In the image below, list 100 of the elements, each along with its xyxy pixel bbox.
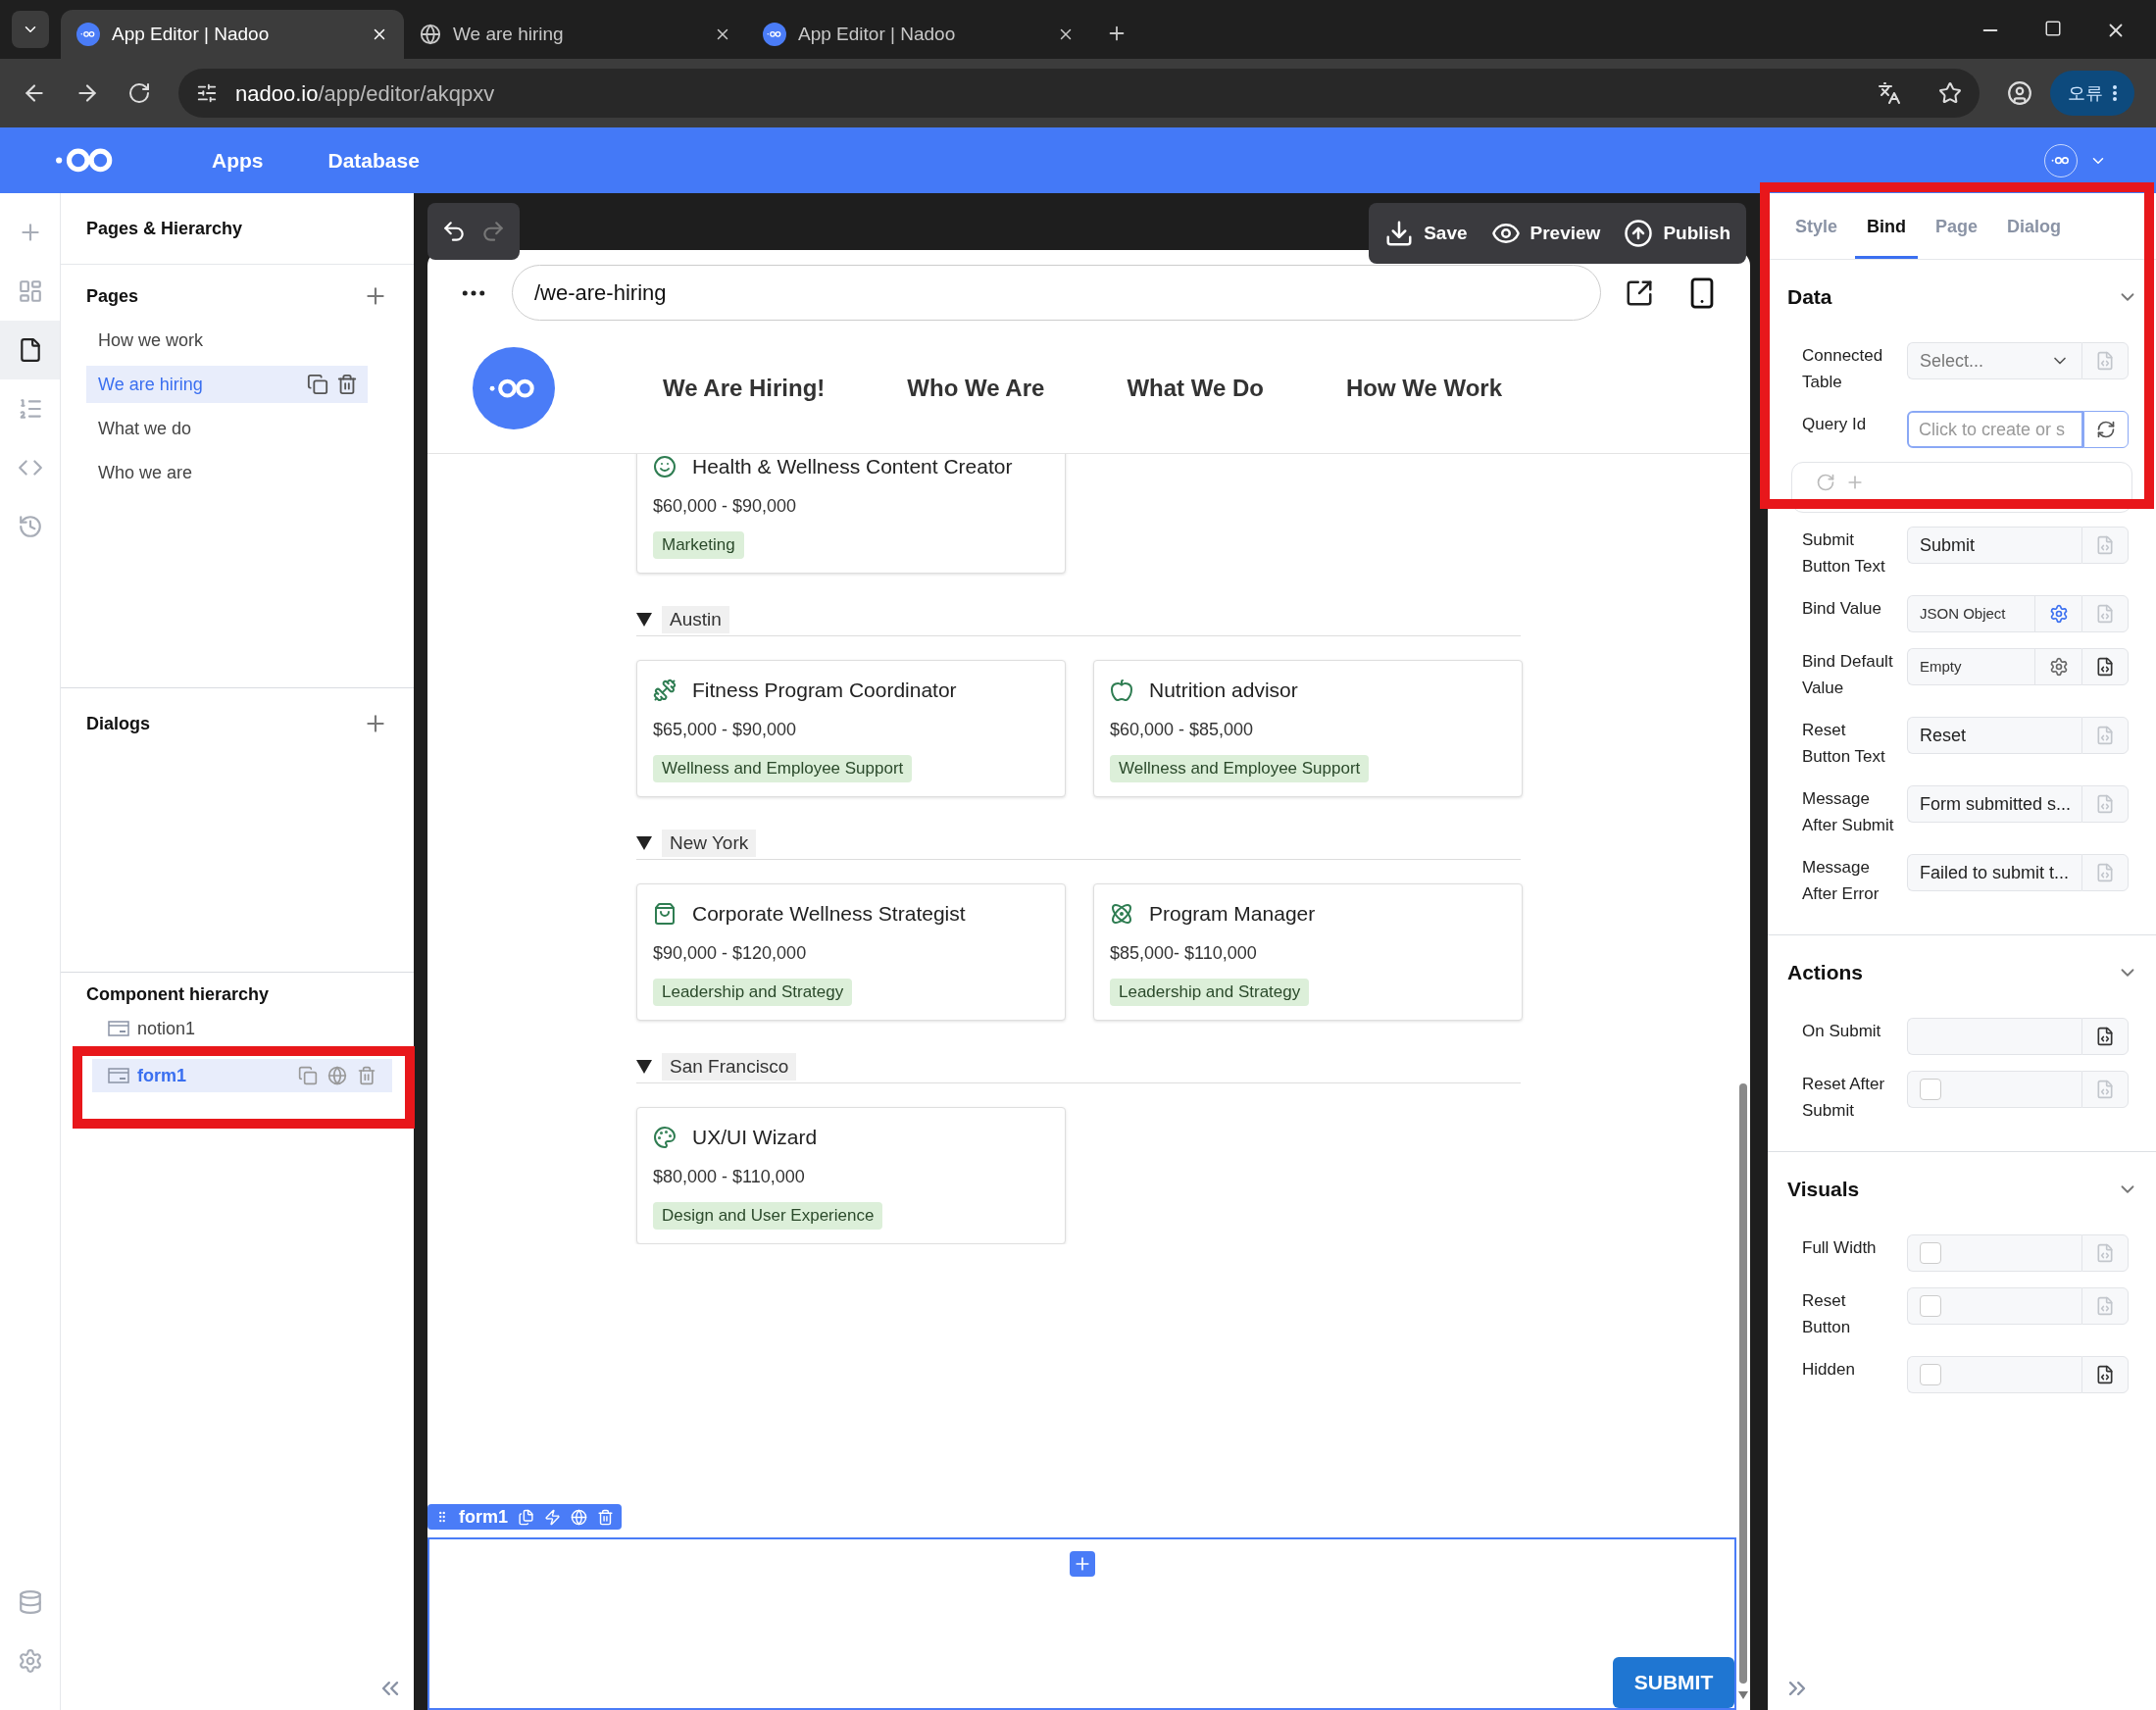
binding-button[interactable] <box>2081 648 2129 685</box>
site-nav-link[interactable]: How We Work <box>1345 371 1503 406</box>
text-field[interactable]: Submit <box>1907 527 2081 564</box>
external-link-icon[interactable] <box>1625 277 1654 308</box>
page-item[interactable]: Who we are <box>86 454 368 491</box>
scrollbar-thumb[interactable] <box>1739 1083 1747 1684</box>
form-tag[interactable]: form1 <box>427 1504 622 1530</box>
settings-button[interactable] <box>2034 648 2081 685</box>
rail-button[interactable] <box>0 321 60 379</box>
job-card[interactable]: Nutrition advisor $60,000 - $85,000 Wellness and Employee Support <box>1093 660 1523 797</box>
job-title: Health & Wellness Content Creator <box>692 454 1013 480</box>
salary-text: $65,000 - $90,000 <box>653 719 798 741</box>
text-field[interactable] <box>1907 1018 2081 1055</box>
checkbox[interactable] <box>1920 1364 1941 1385</box>
add-component-icon[interactable] <box>1069 1551 1095 1577</box>
query-id-field[interactable]: Click to create or s <box>1907 411 2083 448</box>
page-item[interactable]: We are hiring <box>86 366 368 403</box>
toolbar-button[interactable]: Publish <box>1624 219 1730 248</box>
checkbox[interactable] <box>1920 1295 1941 1317</box>
submit-button[interactable]: SUBMIT <box>1613 1657 1734 1708</box>
smile-icon <box>653 455 677 478</box>
toolbar-button[interactable]: Save <box>1384 219 1468 248</box>
nav-link[interactable]: Database <box>327 144 420 176</box>
dumbbell-icon <box>653 679 677 702</box>
job-card[interactable]: Fitness Program Coordinator $65,000 - $90,000 Wellness and Employee Support <box>636 660 1066 797</box>
browser-tab[interactable]: App Editor | Nadoo <box>747 10 1090 59</box>
globe-icon[interactable] <box>327 1066 347 1085</box>
value-field[interactable]: Empty <box>1907 648 2034 685</box>
trash-icon[interactable] <box>597 1508 614 1526</box>
category-tag: Leadership and Strategy <box>653 979 853 1006</box>
category-tag: Marketing <box>653 531 744 559</box>
category-tag: Leadership and Strategy <box>1110 979 1310 1006</box>
tab-list-button[interactable] <box>12 11 49 48</box>
binding-button[interactable] <box>2081 1356 2129 1393</box>
select-field[interactable]: Select... <box>1907 342 2081 379</box>
browser-tab[interactable]: App Editor | Nadoo <box>61 10 404 59</box>
scroll-down-icon[interactable] <box>1738 1691 1748 1699</box>
atom-icon <box>1110 902 1133 926</box>
nav-link[interactable]: Apps <box>212 144 264 176</box>
reload-icon[interactable] <box>127 81 151 105</box>
section-heading: Visuals <box>1787 1177 1860 1203</box>
browser-tab[interactable]: We are hiring <box>404 10 747 59</box>
field-label: Bind Default Value <box>1802 651 1894 699</box>
job-card[interactable]: Corporate Wellness Strategist $90,000 - $120,000 Leadership and Strategy <box>636 883 1066 1021</box>
site-nav-link[interactable]: We Are Hiring! <box>663 371 826 406</box>
binding-button[interactable] <box>2081 1018 2129 1055</box>
settings-icon[interactable] <box>17 1648 43 1674</box>
job-title: Fitness Program Coordinator <box>692 678 957 704</box>
refresh-button[interactable] <box>2083 411 2129 448</box>
form-icon <box>108 1021 129 1036</box>
database-icon[interactable] <box>17 1589 43 1615</box>
job-card[interactable]: Program Manager $85,000- $110,000 Leadership and Strategy <box>1093 883 1523 1021</box>
page-item[interactable]: How we work <box>86 322 368 359</box>
address-bar[interactable]: nadoo.io/app/editor/akqpxv <box>178 69 1980 118</box>
copy-icon[interactable] <box>307 374 328 395</box>
text-field[interactable]: Form submitted s... <box>1907 785 2081 823</box>
collapse-triangle-icon[interactable] <box>636 1059 652 1074</box>
star-icon[interactable] <box>1938 81 1962 105</box>
undo-icon[interactable] <box>441 219 467 244</box>
trash-icon[interactable] <box>336 374 358 395</box>
field-label: Bind Value <box>1802 598 1882 620</box>
site-settings-icon[interactable] <box>196 82 218 104</box>
salary-text: $80,000 - $110,000 <box>653 1166 806 1188</box>
text-field[interactable]: Reset <box>1907 717 2081 754</box>
form-area[interactable]: SUBMIT <box>427 1537 1736 1710</box>
job-card[interactable]: UX/UI Wizard $80,000 - $110,000 Design and User Experience <box>636 1107 1066 1244</box>
value-field[interactable]: JSON Object <box>1907 595 2034 632</box>
lightning-icon[interactable] <box>544 1508 561 1526</box>
checkbox[interactable] <box>1920 1079 1941 1100</box>
collapse-triangle-icon[interactable] <box>636 612 652 627</box>
checkbox[interactable] <box>1920 1242 1941 1264</box>
collapse-triangle-icon[interactable] <box>636 835 652 850</box>
field-label: Message After Submit <box>1802 788 1895 836</box>
layout-icon <box>17 278 43 304</box>
gear-icon <box>2048 657 2069 677</box>
maximize-icon[interactable] <box>2044 20 2062 37</box>
tab-title: App Editor | Nadoo <box>112 22 271 46</box>
job-card[interactable]: Health & Wellness Content Creator $60,000 - $90,000 Marketing <box>636 454 1066 574</box>
property-tab[interactable]: Bind <box>1855 214 1919 259</box>
hierarchy-item[interactable]: form1 <box>92 1059 392 1092</box>
tab-title: App Editor | Nadoo <box>798 22 957 46</box>
profile-icon[interactable] <box>2007 80 2032 106</box>
site-nav-link[interactable]: Who We Are <box>907 371 1045 406</box>
logo-icon <box>80 30 96 38</box>
copy-icon[interactable] <box>518 1508 534 1526</box>
site-nav-link[interactable]: What We Do <box>1127 371 1264 406</box>
field-label: Reset Button <box>1802 1290 1852 1338</box>
translate-icon[interactable] <box>1878 81 1901 105</box>
salary-text: $85,000- $110,000 <box>1110 942 1258 965</box>
text-field[interactable]: Failed to submit t... <box>1907 854 2081 891</box>
more-icon <box>2113 85 2117 101</box>
profile-button[interactable]: 오류 <box>2050 71 2134 116</box>
settings-button[interactable] <box>2034 595 2081 632</box>
toolbar-button[interactable]: Preview <box>1490 219 1601 248</box>
hierarchy-item[interactable]: notion1 <box>92 1012 392 1045</box>
refresh-icon <box>2096 420 2116 439</box>
job-title: Corporate Wellness Strategist <box>692 901 966 928</box>
page-item[interactable]: What we do <box>86 410 368 447</box>
field-label: Submit Button Text <box>1802 529 1886 578</box>
field-label: Full Width <box>1802 1237 1878 1259</box>
